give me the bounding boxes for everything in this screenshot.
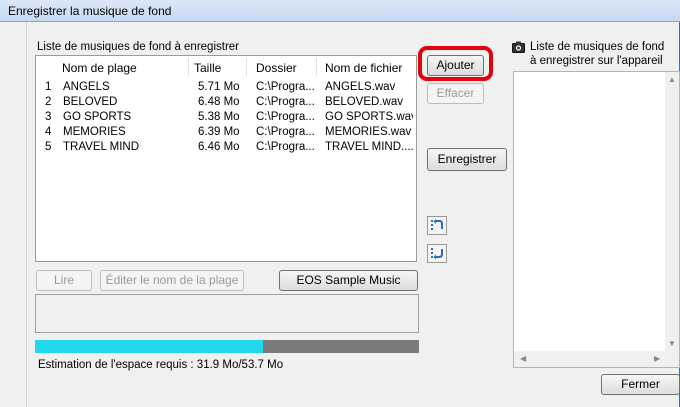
- table-row[interactable]: 1 ANGELS 5.71 Mo C:\Progra... ANGELS.wav: [36, 81, 416, 96]
- edit-track-name-button[interactable]: Éditer le nom de la plage: [100, 270, 244, 291]
- row-number: 1: [45, 81, 52, 93]
- row-size: 6.39 Mo: [198, 126, 240, 138]
- table-row[interactable]: 3 GO SPORTS 5.38 Mo C:\Progra... GO SPOR…: [36, 111, 416, 126]
- scroll-down-icon[interactable]: ▼: [668, 339, 676, 348]
- space-progress-bar: [35, 340, 419, 353]
- row-track-name: TRAVEL MIND: [63, 141, 140, 153]
- row-track-name: GO SPORTS: [63, 111, 132, 123]
- header-separator: [188, 58, 189, 76]
- row-folder: C:\Progra...: [256, 81, 315, 93]
- status-area: [35, 294, 419, 333]
- row-size: 6.48 Mo: [198, 96, 240, 108]
- eos-sample-music-button[interactable]: EOS Sample Music: [279, 270, 418, 291]
- row-number: 3: [45, 111, 52, 123]
- row-number: 4: [45, 126, 52, 138]
- delete-button[interactable]: Effacer: [427, 83, 484, 104]
- header-separator: [246, 58, 247, 76]
- play-button[interactable]: Lire: [36, 270, 92, 291]
- camera-icon: [512, 41, 525, 53]
- row-size: 6.46 Mo: [198, 141, 240, 153]
- scroll-up-icon[interactable]: ▲: [668, 75, 676, 84]
- device-list-caption-line2: à enregistrer sur l'appareil: [530, 55, 663, 67]
- row-size: 5.38 Mo: [198, 111, 240, 123]
- row-track-name: MEMORIES: [63, 126, 126, 138]
- vertical-scrollbar[interactable]: ▲ ▼: [665, 72, 679, 352]
- add-button-highlight: [418, 46, 493, 81]
- table-row[interactable]: 4 MEMORIES 6.39 Mo C:\Progra... MEMORIES…: [36, 126, 416, 141]
- scroll-right-icon[interactable]: ▶: [654, 354, 660, 363]
- device-list-caption-line1: Liste de musiques de fond: [530, 41, 665, 53]
- close-button[interactable]: Fermer: [601, 374, 680, 395]
- move-down-icon: [431, 248, 443, 260]
- title-bar[interactable]: Enregistrer la musique de fond: [0, 0, 680, 22]
- move-up-button[interactable]: [427, 216, 447, 235]
- row-folder: C:\Progra...: [256, 96, 315, 108]
- row-number: 5: [45, 141, 52, 153]
- space-progress-fill: [35, 340, 264, 353]
- move-up-icon: [431, 219, 443, 230]
- row-file-name: MEMORIES.wav: [325, 126, 412, 138]
- header-folder[interactable]: Dossier: [256, 61, 297, 75]
- row-folder: C:\Progra...: [256, 126, 315, 138]
- row-file-name: GO SPORTS.wav: [325, 111, 413, 123]
- music-list-caption: Liste de musiques de fond à enregistrer: [37, 41, 240, 53]
- row-folder: C:\Progra...: [256, 111, 315, 123]
- header-size[interactable]: Taille: [194, 61, 221, 75]
- row-number: 2: [45, 96, 52, 108]
- device-list-caption: Liste de musiques de fond à enregistrer …: [530, 40, 664, 68]
- window-title: Enregistrer la musique de fond: [8, 4, 172, 18]
- scroll-left-icon[interactable]: ◀: [520, 354, 526, 363]
- left-frame: [0, 22, 27, 407]
- row-size: 5.71 Mo: [198, 81, 240, 93]
- row-file-name: BELOVED.wav: [325, 96, 403, 108]
- row-file-name: TRAVEL MIND....: [325, 141, 413, 153]
- register-button[interactable]: Enregistrer: [427, 148, 507, 171]
- move-down-button[interactable]: [427, 244, 447, 263]
- header-file-name[interactable]: Nom de fichier: [325, 61, 402, 75]
- table-row[interactable]: 5 TRAVEL MIND 6.46 Mo C:\Progra... TRAVE…: [36, 141, 416, 156]
- row-track-name: BELOVED: [63, 96, 118, 108]
- header-separator: [316, 58, 317, 76]
- row-file-name: ANGELS.wav: [325, 81, 396, 93]
- music-list[interactable]: Nom de plage Taille Dossier Nom de fichi…: [35, 55, 417, 262]
- header-track-name[interactable]: Nom de plage: [62, 61, 137, 75]
- row-track-name: ANGELS: [63, 81, 110, 93]
- space-estimate-text: Estimation de l'espace requis : 31.9 Mo/…: [38, 359, 284, 371]
- row-folder: C:\Progra...: [256, 141, 315, 153]
- list-header: Nom de plage Taille Dossier Nom de fichi…: [36, 56, 416, 78]
- device-music-list[interactable]: ▲ ▼ ◀ ▶: [513, 71, 680, 368]
- table-row[interactable]: 2 BELOVED 6.48 Mo C:\Progra... BELOVED.w…: [36, 96, 416, 111]
- horizontal-scrollbar[interactable]: ◀ ▶: [514, 351, 679, 367]
